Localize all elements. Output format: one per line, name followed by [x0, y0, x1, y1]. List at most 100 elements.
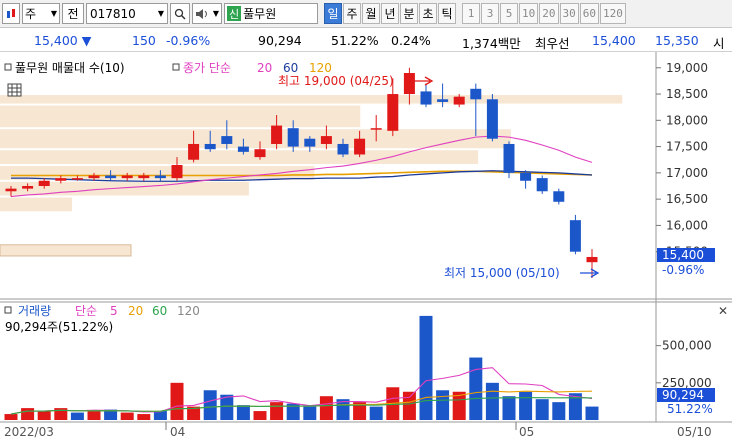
- search-button[interactable]: [170, 3, 190, 24]
- candle-body: [88, 175, 100, 179]
- price-y-label: 16,000: [666, 218, 708, 232]
- x-label-april: 04: [170, 425, 185, 439]
- sound-button[interactable]: ▼: [192, 3, 222, 24]
- candle-body: [55, 178, 67, 181]
- candle-body: [569, 220, 581, 252]
- interval-button-120[interactable]: 120: [600, 3, 626, 24]
- volume-profile-band: [0, 95, 623, 104]
- chevron-down-icon: ▼: [50, 9, 57, 18]
- chevron-down-icon: ▼: [157, 9, 164, 18]
- vol-ma20-legend: 20: [128, 304, 143, 318]
- volume-value: 90,294: [258, 33, 302, 48]
- stock-code-input[interactable]: 017810 ▼: [86, 3, 168, 24]
- candle-body: [38, 180, 50, 187]
- candle-body: [304, 138, 316, 147]
- x-label-may: 05: [519, 425, 534, 439]
- ma20-legend: 20: [257, 61, 272, 75]
- volume-legend-title: 거래량: [18, 304, 51, 318]
- vol-ma5-legend: 5: [110, 304, 118, 318]
- price-y-label: 18,500: [666, 87, 708, 101]
- high-annotation: 최고 19,000 (04/25): [278, 74, 394, 88]
- candle-body: [171, 164, 183, 179]
- volume-ratio: 51.22%: [331, 33, 379, 48]
- volume-bar: [21, 408, 35, 420]
- candle-body: [254, 149, 266, 158]
- price-change: 150: [132, 33, 156, 48]
- current-price: 15,400 ▼: [34, 33, 92, 48]
- candle-body: [370, 128, 382, 130]
- candle-body: [553, 191, 565, 202]
- close-icon[interactable]: ✕: [718, 304, 728, 318]
- grid-table-icon[interactable]: [7, 83, 22, 97]
- price-legend-title: 풀무원 매물대 수(10): [15, 61, 125, 75]
- speaker-icon: [196, 8, 207, 19]
- candle-body: [271, 125, 283, 144]
- trade-amount: 1,374백만: [462, 36, 521, 51]
- period-tab-1[interactable]: 주: [343, 3, 361, 24]
- volume-bar: [419, 315, 433, 420]
- interval-button-1[interactable]: 1: [462, 3, 480, 24]
- vol-ma60-legend: 60: [152, 304, 167, 318]
- volume-bar: [485, 382, 499, 420]
- volume-bar: [469, 357, 483, 420]
- period-tab-6[interactable]: 틱: [438, 3, 456, 24]
- interval-button-3[interactable]: 3: [481, 3, 499, 24]
- candle-body: [503, 143, 515, 173]
- current-volume-pct: 51.22%: [667, 402, 713, 416]
- period-tab-2[interactable]: 월: [362, 3, 380, 24]
- volume-bar: [253, 411, 267, 420]
- candle-body: [188, 143, 200, 160]
- period-tab-3[interactable]: 년: [381, 3, 399, 24]
- candle-body: [403, 73, 415, 95]
- quote-bar: 15,400 ▼ 150 -0.96% 90,294 51.22% 0.24% …: [0, 29, 732, 52]
- stock-name: 풀무원: [243, 7, 277, 21]
- stock-name-field[interactable]: 신 풀무원: [224, 3, 318, 24]
- candle-body: [121, 175, 133, 179]
- volume-bar: [270, 402, 284, 420]
- interval-button-60[interactable]: 60: [579, 3, 599, 24]
- candle-body: [437, 99, 449, 102]
- price-y-label: 17,000: [666, 166, 708, 180]
- volume-bar: [70, 412, 84, 420]
- period-tabs: 일주월년분초틱: [324, 3, 456, 24]
- candle-body: [470, 88, 482, 100]
- candle-body: [387, 94, 399, 131]
- price-y-label: 17,500: [666, 140, 708, 154]
- interval-button-30[interactable]: 30: [559, 3, 579, 24]
- price-y-label: 18,000: [666, 113, 708, 127]
- volume-profile-band: [0, 197, 73, 212]
- stock-chart[interactable]: 풀무원 매물대 수(10) 종가 단순 20 60 120 최고 19,000 …: [0, 52, 732, 441]
- candle-body: [204, 143, 216, 150]
- candle-body: [221, 136, 233, 144]
- prev-button[interactable]: 전: [62, 3, 84, 24]
- prev-label: 전: [67, 7, 79, 21]
- volume-bar: [87, 411, 101, 420]
- volume-bar: [37, 411, 51, 420]
- volume-bar: [137, 414, 151, 420]
- volume-bar: [170, 382, 184, 420]
- period-tab-0[interactable]: 일: [324, 3, 342, 24]
- volume-profile-band: [0, 181, 249, 196]
- interval-button-10[interactable]: 10: [519, 3, 539, 24]
- volume-bar: [585, 406, 599, 420]
- price-y-label: 19,000: [666, 61, 708, 75]
- period-tab-5[interactable]: 초: [419, 3, 437, 24]
- volume-legend-ma-label: 단순: [75, 304, 97, 318]
- price-change-pct: -0.96%: [166, 33, 211, 48]
- market-select[interactable]: 주 ▼: [22, 3, 60, 24]
- market-label: 주: [25, 7, 37, 21]
- interval-button-20[interactable]: 20: [539, 3, 559, 24]
- period-tab-4[interactable]: 분: [400, 3, 418, 24]
- chart-type-button[interactable]: [2, 3, 20, 24]
- interval-button-5[interactable]: 5: [500, 3, 518, 24]
- candle-body: [22, 186, 34, 189]
- candle-body: [354, 138, 366, 155]
- volume-bar: [236, 405, 250, 420]
- volume-bar: [552, 402, 566, 420]
- candle-chart-icon: [7, 8, 15, 18]
- volume-bar: [519, 391, 533, 420]
- volume-y-label: 500,000: [662, 339, 712, 353]
- ask-price: 15,400: [592, 33, 636, 48]
- candle-body: [337, 143, 349, 155]
- vol-ma120-legend: 120: [177, 304, 200, 318]
